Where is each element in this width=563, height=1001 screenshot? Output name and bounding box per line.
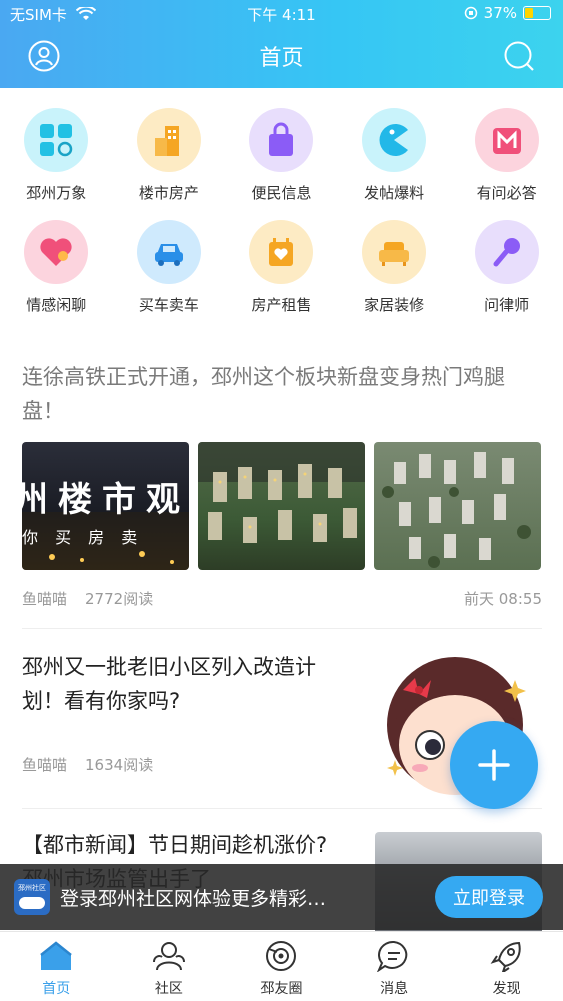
article-author: 鱼喵喵 xyxy=(22,590,68,608)
tab-community[interactable]: 社区 xyxy=(113,932,226,1001)
article-time: 前天 08:55 xyxy=(464,590,542,608)
tab-label: 社区 xyxy=(154,981,183,997)
tab-label: 邳友圈 xyxy=(260,981,303,997)
category-label: 楼市房产 xyxy=(138,184,199,202)
page-title: 首页 xyxy=(259,46,304,71)
sofa-icon xyxy=(362,220,427,284)
login-prompt: 登录邳州社区网体验更多精彩… xyxy=(60,887,327,910)
home-icon xyxy=(40,941,73,970)
orientation-lock-icon xyxy=(464,6,477,20)
article-reads: 2772阅读 xyxy=(85,590,154,608)
category-label: 便民信息 xyxy=(251,184,312,202)
category-label: 情感闲聊 xyxy=(26,296,87,314)
app-logo-icon: 邳州社区 xyxy=(14,879,50,915)
login-banner: 邳州社区 登录邳州社区网体验更多精彩… 立即登录 xyxy=(0,864,563,930)
house-heart-icon xyxy=(249,220,314,284)
category-item[interactable]: 家居装修 xyxy=(338,220,450,332)
grid-row-2: 情感闲聊 买车卖车 房产租售 家居装修 问律师 xyxy=(0,220,563,332)
category-label: 发帖爆料 xyxy=(364,184,425,202)
category-label: 买车卖车 xyxy=(138,296,199,314)
category-item[interactable]: 问律师 xyxy=(451,220,563,332)
tab-discover[interactable]: 发现 xyxy=(450,932,563,1001)
search-icon xyxy=(504,41,534,71)
app-logo-text: 邳州社区 xyxy=(18,884,46,892)
tab-home[interactable]: 首页 xyxy=(0,932,113,1001)
article-author: 鱼喵喵 xyxy=(22,756,68,774)
tab-moments[interactable]: 邳友圈 xyxy=(225,932,338,1001)
thumbnail-caption-big: 州楼市观 xyxy=(22,480,189,520)
login-button[interactable]: 立即登录 xyxy=(435,876,543,918)
category-item[interactable]: 情感闲聊 xyxy=(0,220,112,332)
article-thumbnail xyxy=(374,442,541,570)
tab-label: 首页 xyxy=(42,981,71,997)
car-icon xyxy=(136,220,201,284)
grid-row-1: 邳州万象 楼市房产 便民信息 发帖爆料 有问必答 xyxy=(0,108,563,220)
heart-icon xyxy=(24,220,89,284)
tab-label: 消息 xyxy=(380,981,409,997)
header: 无SIM卡 下午 4:11 37% 首页 xyxy=(0,0,563,88)
category-label: 问律师 xyxy=(484,296,530,314)
article-meta: 鱼喵喵 2772阅读 前天 08:55 xyxy=(22,588,542,609)
moments-icon xyxy=(266,941,297,971)
divider xyxy=(22,628,542,629)
rocket-icon xyxy=(490,941,521,975)
shopping-bag-icon xyxy=(249,108,314,172)
article-reads: 1634阅读 xyxy=(85,756,154,774)
battery-icon xyxy=(523,6,551,20)
category-item[interactable]: 邳州万象 xyxy=(0,108,112,220)
thumbnail-caption-small: 你 买 房 卖 xyxy=(22,528,144,547)
community-icon xyxy=(152,942,185,971)
battery-percent: 37% xyxy=(483,4,517,22)
article-thumbnail xyxy=(198,442,365,570)
category-item[interactable]: 便民信息 xyxy=(225,108,337,220)
category-grid: 邳州万象 楼市房产 便民信息 发帖爆料 有问必答 情感闲聊 买车卖车 房产租售 … xyxy=(0,108,563,332)
category-item[interactable]: 有问必答 xyxy=(451,108,563,220)
grid-apps-icon xyxy=(24,108,89,172)
message-icon xyxy=(376,940,408,973)
category-label: 邳州万象 xyxy=(26,184,87,202)
category-item[interactable]: 房产租售 xyxy=(225,220,337,332)
pacman-icon xyxy=(362,108,427,172)
category-item[interactable]: 楼市房产 xyxy=(113,108,225,220)
article-thumbnails: 州楼市观 你 买 房 卖 xyxy=(22,442,542,570)
article-card[interactable]: 连徐高铁正式开通，邳州这个板块新盘变身热门鸡腿盘！ 州楼市观 你 买 房 卖 鱼… xyxy=(22,360,542,609)
tab-messages[interactable]: 消息 xyxy=(338,932,451,1001)
article-thumbnail: 州楼市观 你 买 房 卖 xyxy=(22,442,189,570)
microphone-icon xyxy=(474,220,539,284)
category-label: 有问必答 xyxy=(476,184,537,202)
status-right: 37% xyxy=(464,4,551,22)
tab-label: 发现 xyxy=(492,981,521,997)
add-post-button[interactable] xyxy=(450,721,538,809)
divider xyxy=(22,808,542,809)
status-bar: 无SIM卡 下午 4:11 37% xyxy=(0,4,563,26)
m-logo-icon xyxy=(474,108,539,172)
search-button[interactable] xyxy=(503,40,535,72)
article-meta: 鱼喵喵 1634阅读 xyxy=(22,754,352,775)
category-item[interactable]: 买车卖车 xyxy=(113,220,225,332)
category-item[interactable]: 发帖爆料 xyxy=(338,108,450,220)
category-label: 房产租售 xyxy=(251,296,312,314)
article-title: 连徐高铁正式开通，邳州这个板块新盘变身热门鸡腿盘！ xyxy=(22,365,505,423)
bottom-tab-bar: 首页 社区 邳友圈 消息 发现 xyxy=(0,931,563,1001)
plus-icon xyxy=(478,749,510,781)
buildings-icon xyxy=(136,108,201,172)
category-label: 家居装修 xyxy=(364,296,425,314)
article-title: 邳州又一批老旧小区列入改造计划！看有你家吗? xyxy=(22,655,316,713)
